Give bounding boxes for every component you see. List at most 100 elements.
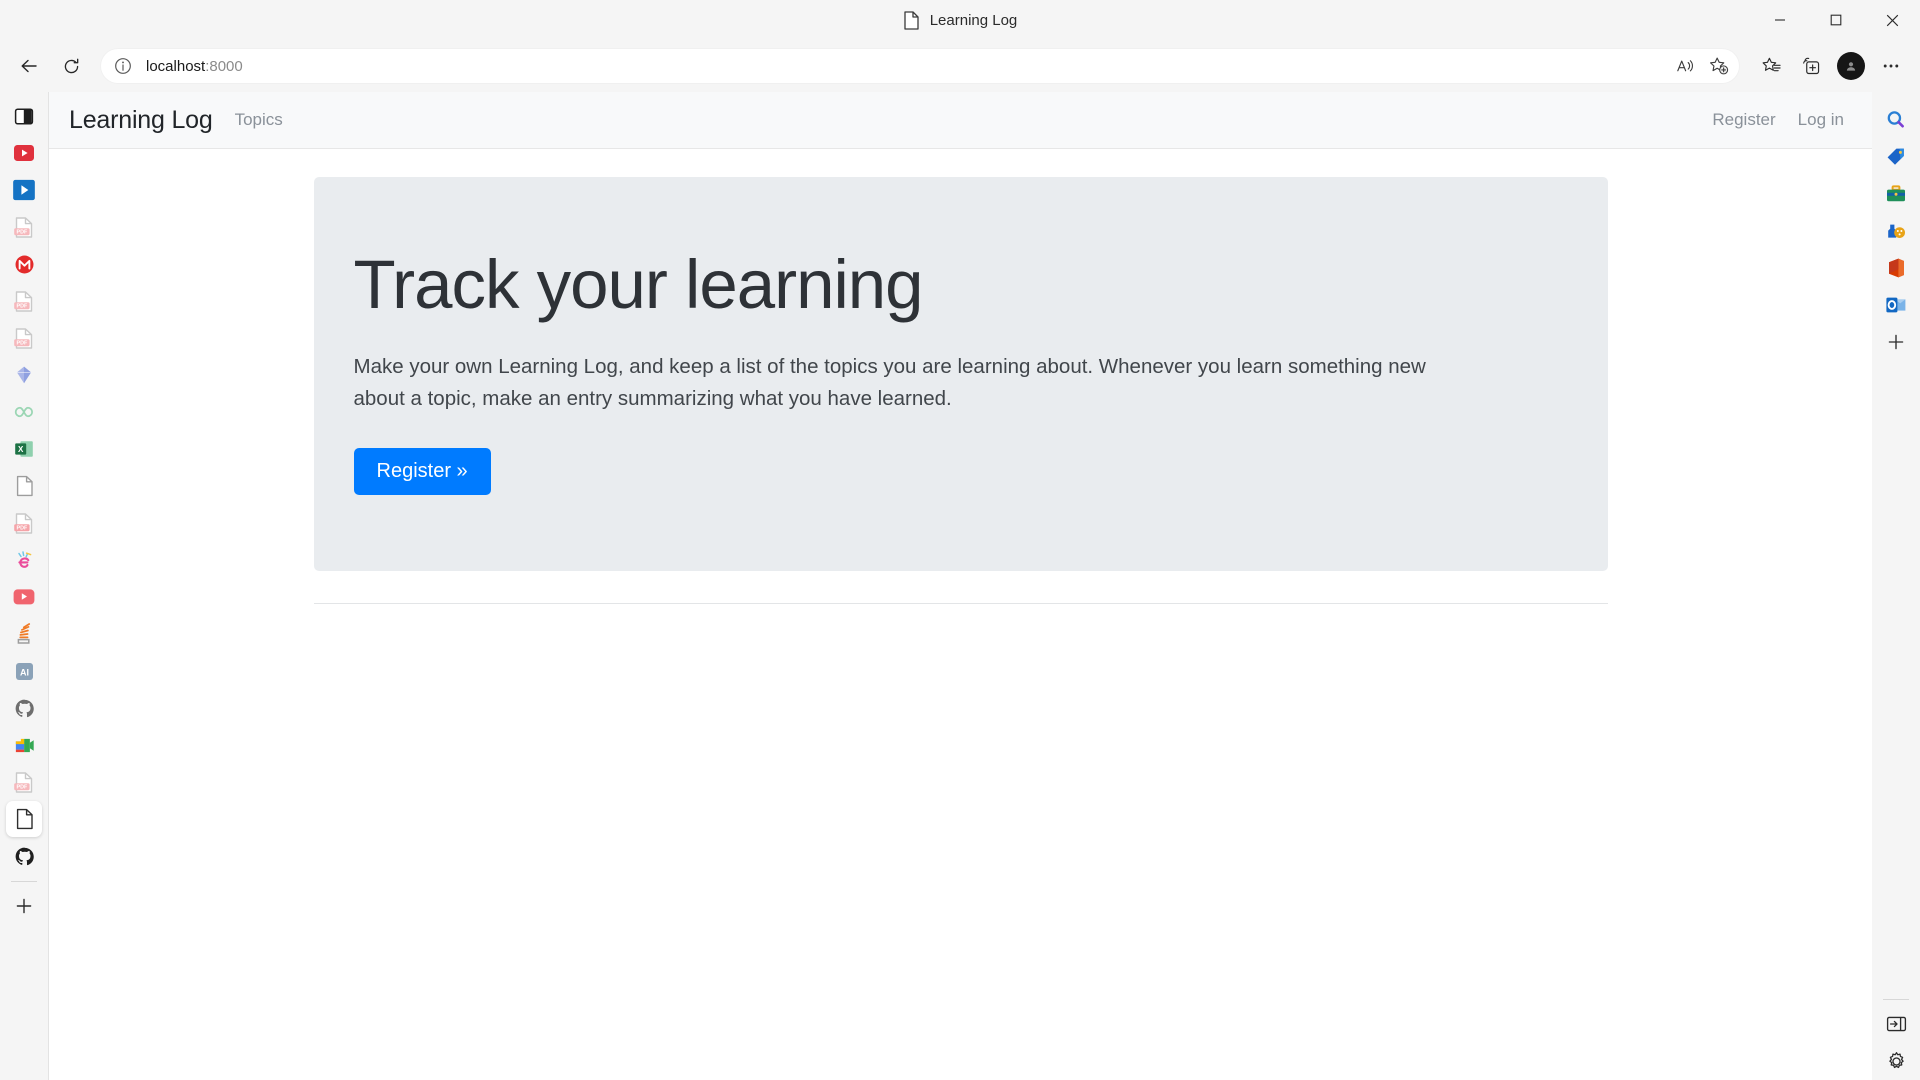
profile-button[interactable]	[1832, 47, 1870, 85]
nav-link-login[interactable]: Log in	[1798, 110, 1844, 130]
svg-text:X: X	[18, 445, 24, 454]
sidebar-item-document-1[interactable]	[6, 468, 42, 504]
document-icon	[903, 10, 920, 30]
nav-link-topics[interactable]: Topics	[235, 110, 283, 130]
sidebar-search-button[interactable]	[1878, 102, 1914, 138]
github-icon	[15, 699, 34, 717]
sidebar-item-youtube-2[interactable]	[6, 579, 42, 615]
pdf-file-icon: PDF	[14, 771, 33, 793]
meet-icon	[15, 738, 34, 752]
sidebar-customize-button[interactable]	[1878, 324, 1914, 360]
sidebar-item-pdf-1[interactable]: PDF	[6, 209, 42, 245]
sidebar-item-infinity[interactable]	[6, 394, 42, 430]
sidebar-item-illustrator[interactable]: AI	[6, 653, 42, 689]
url-host: localhost	[146, 57, 206, 75]
excel-icon: X	[15, 441, 33, 457]
refresh-button[interactable]	[52, 47, 90, 85]
collections-panel-icon	[14, 107, 34, 125]
navbar-auth-links: Register Log in	[1712, 110, 1844, 130]
tools-icon	[1887, 185, 1905, 202]
sidebar-item-video[interactable]	[6, 172, 42, 208]
settings-more-icon[interactable]	[1872, 47, 1910, 85]
register-button[interactable]: Register »	[353, 447, 491, 495]
pdf-file-icon: PDF	[14, 512, 33, 534]
office-icon	[1888, 258, 1904, 278]
window-controls	[1752, 0, 1920, 40]
sidebar-item-excel[interactable]: X	[6, 431, 42, 467]
site-info-icon[interactable]	[114, 57, 132, 75]
title-bar: Learning Log	[0, 0, 1920, 40]
sidebar-item-meet[interactable]	[6, 727, 42, 763]
address-bar-text[interactable]: localhost:8000	[146, 58, 1670, 75]
sidebar-item-pdf-4[interactable]: PDF	[6, 505, 42, 541]
document-icon	[16, 808, 33, 830]
navbar-brand[interactable]: Learning Log	[69, 106, 213, 135]
sidebar-toggle-icon	[1886, 1016, 1906, 1032]
infinity-icon	[14, 406, 33, 418]
svg-text:PDF: PDF	[17, 229, 28, 235]
gmail-icon	[15, 255, 33, 273]
youtube-icon	[13, 589, 35, 605]
sidebar-games-button[interactable]	[1878, 213, 1914, 249]
collections-icon[interactable]	[1792, 47, 1830, 85]
sidebar-item-pdf-2[interactable]: PDF	[6, 283, 42, 319]
navbar-links: Topics	[235, 110, 283, 130]
sidebar-item-stackoverflow[interactable]	[6, 616, 42, 652]
browser-window: Learning Log localhost:8000 PDF PDF PDF …	[0, 0, 1920, 1080]
pdf-file-icon: PDF	[14, 216, 33, 238]
sidebar-item-gmail[interactable]	[6, 246, 42, 282]
window-tab-title[interactable]: Learning Log	[903, 10, 1017, 30]
sidebar-tools-button[interactable]	[1878, 176, 1914, 212]
url-port: :8000	[205, 57, 243, 75]
sidebar-outlook-button[interactable]	[1878, 287, 1914, 323]
hero-jumbotron: Track your learning Make your own Learni…	[313, 177, 1608, 571]
sidebar-item-editor[interactable]	[6, 542, 42, 578]
vertical-tab-rail: PDF PDF PDF X PDF AI PDF	[0, 92, 48, 1080]
games-icon	[1888, 224, 1905, 238]
sidebar-item-learning-log[interactable]	[6, 801, 42, 837]
edge-sidebar	[1872, 92, 1920, 1080]
address-bar[interactable]: localhost:8000	[100, 48, 1740, 84]
browser-body: PDF PDF PDF X PDF AI PDF Learning Log To…	[0, 92, 1920, 1080]
sidebar-item-pdf-5[interactable]: PDF	[6, 764, 42, 800]
sidebar-settings-button[interactable]	[1878, 1043, 1914, 1079]
github-icon	[15, 847, 34, 865]
nav-link-register[interactable]: Register	[1712, 110, 1775, 130]
sidebar-item-github-2[interactable]	[6, 838, 42, 874]
new-tab-button[interactable]	[6, 888, 42, 924]
youtube-icon	[14, 145, 34, 161]
sidebar-shopping-button[interactable]	[1878, 139, 1914, 175]
edge-sidebar-divider	[1883, 999, 1909, 1000]
gear-icon	[1888, 1051, 1904, 1068]
svg-text:AI: AI	[20, 667, 29, 677]
sidebar-item-pdf-3[interactable]: PDF	[6, 320, 42, 356]
minimize-button[interactable]	[1752, 0, 1808, 40]
back-button[interactable]	[10, 47, 48, 85]
add-favorite-icon[interactable]	[1702, 51, 1734, 81]
pdf-file-icon: PDF	[14, 290, 33, 312]
svg-text:PDF: PDF	[17, 340, 28, 346]
sidebar-item-youtube[interactable]	[6, 135, 42, 171]
page-viewport: Learning Log Topics Register Log in Trac…	[48, 92, 1872, 1080]
bing-search-icon	[1887, 111, 1904, 128]
maximize-button[interactable]	[1808, 0, 1864, 40]
toolbar-right-actions	[1752, 47, 1910, 85]
sidebar-toggle-button[interactable]	[1878, 1006, 1914, 1042]
pink-e-icon	[17, 551, 31, 568]
close-button[interactable]	[1864, 0, 1920, 40]
tab-actions-button[interactable]	[6, 98, 42, 134]
svg-text:PDF: PDF	[17, 303, 28, 309]
sidebar-office-button[interactable]	[1878, 250, 1914, 286]
plus-icon	[1888, 334, 1904, 350]
svg-text:PDF: PDF	[17, 525, 28, 531]
shopping-tag-icon	[1887, 148, 1904, 165]
site-navbar: Learning Log Topics Register Log in	[49, 92, 1872, 149]
document-icon	[16, 475, 33, 497]
rail-divider	[11, 881, 37, 882]
favorites-icon[interactable]	[1752, 47, 1790, 85]
video-play-icon	[13, 179, 35, 201]
illustrator-icon: AI	[15, 662, 33, 680]
read-aloud-icon[interactable]	[1670, 51, 1702, 81]
sidebar-item-sketch[interactable]	[6, 357, 42, 393]
sidebar-item-github-1[interactable]	[6, 690, 42, 726]
